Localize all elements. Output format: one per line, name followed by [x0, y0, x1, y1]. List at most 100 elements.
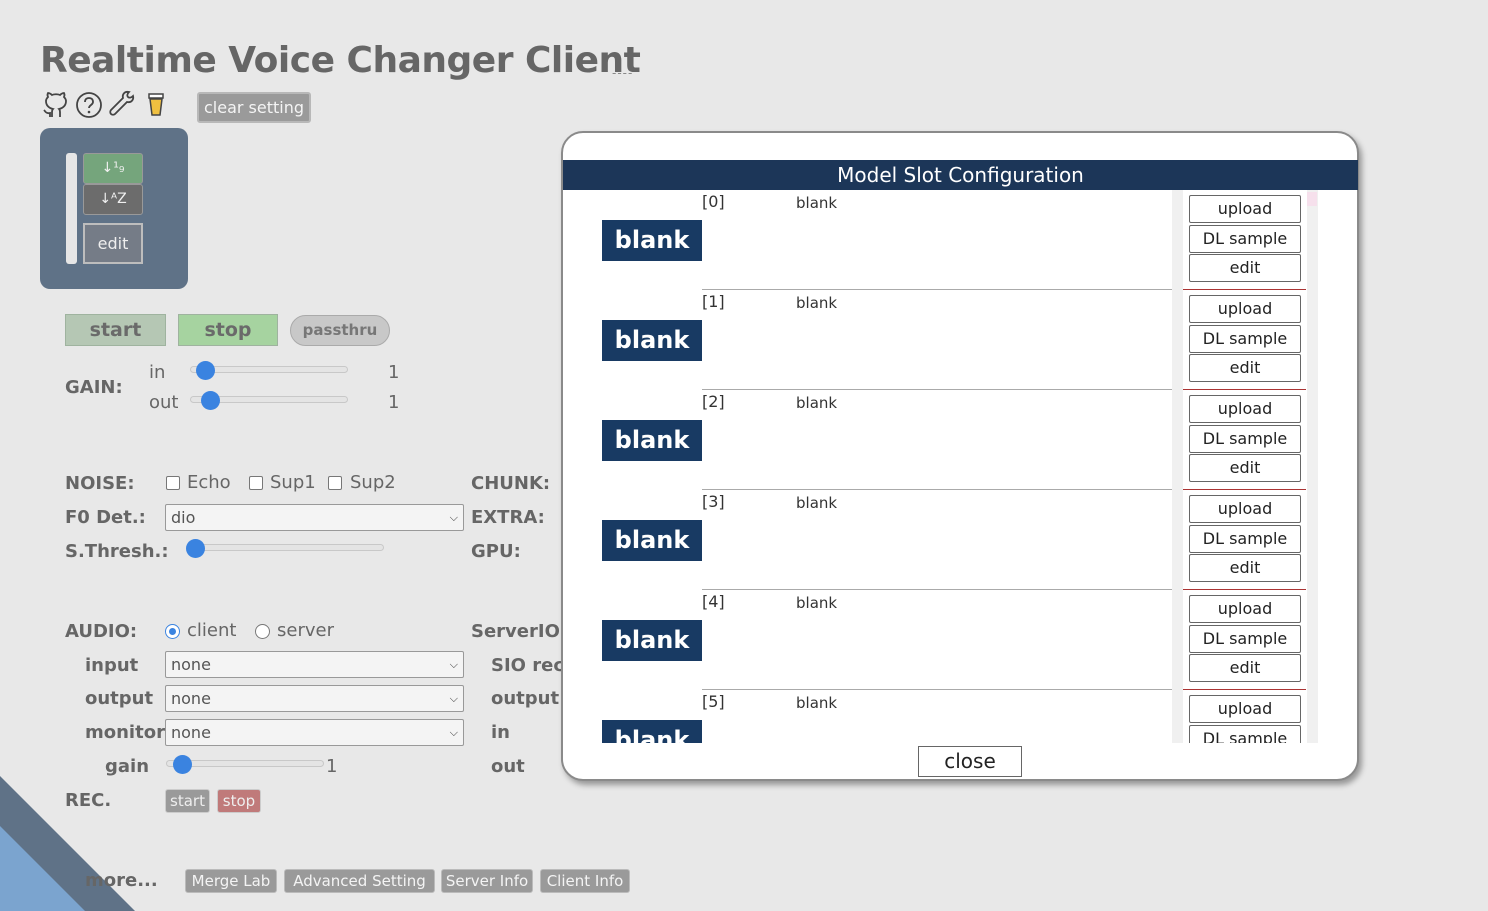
upload-button[interactable]: upload [1189, 395, 1301, 423]
slot-scrollbar[interactable] [66, 153, 77, 264]
monitor-gain-label: gain [105, 756, 150, 777]
dialog-title: Model Slot Configuration [563, 160, 1358, 190]
output-select[interactable]: none ⌵ [165, 685, 464, 712]
upload-button[interactable]: upload [1189, 195, 1301, 223]
gain-in-value: 1 [388, 362, 400, 383]
slot-name: blank [796, 494, 838, 512]
slot-gutter [1172, 690, 1183, 743]
sup1-checkbox[interactable] [249, 476, 263, 490]
audio-client-radio[interactable] [165, 624, 180, 639]
slot-thumbnail: blank [602, 720, 702, 743]
advanced-setting-button[interactable]: Advanced Setting [284, 869, 435, 893]
wrench-icon[interactable] [108, 90, 138, 120]
echo-checkbox[interactable] [166, 476, 180, 490]
slot-row: blank [0] blank upload DL sample edit [563, 190, 1318, 290]
dl-sample-button[interactable]: DL sample [1189, 325, 1301, 353]
monitor-gain-slider-thumb[interactable] [173, 755, 192, 774]
slot-index: [0] [702, 192, 725, 211]
slot-row: blank [5] blank upload DL sample [563, 690, 1318, 743]
slot-row: blank [1] blank upload DL sample edit [563, 290, 1318, 390]
gain-in-slider-thumb[interactable] [196, 361, 215, 380]
edit-slot-button[interactable]: edit [1189, 554, 1301, 582]
server-info-button[interactable]: Server Info [441, 869, 533, 893]
edit-slots-button[interactable]: edit [83, 223, 143, 264]
chevron-down-icon: ⌵ [449, 726, 458, 739]
edit-slot-button[interactable]: edit [1189, 354, 1301, 382]
upload-button[interactable]: upload [1189, 495, 1301, 523]
slot-gutter [1172, 190, 1183, 290]
audio-server-radio[interactable] [255, 624, 270, 639]
slot-list[interactable]: blank [0] blank upload DL sample edit bl… [563, 190, 1318, 743]
sio-in-label: in [491, 722, 510, 743]
clear-setting-button[interactable]: clear setting [197, 92, 311, 123]
upload-button[interactable]: upload [1189, 595, 1301, 623]
edit-slot-button[interactable]: edit [1189, 454, 1301, 482]
upload-button[interactable]: upload [1189, 695, 1301, 723]
extra-label: EXTRA: [471, 507, 545, 528]
slot-gutter [1172, 490, 1183, 590]
slot-thumbnail: blank [602, 520, 702, 561]
dl-sample-button[interactable]: DL sample [1189, 525, 1301, 553]
silent-threshold-slider[interactable] [186, 544, 384, 551]
slot-index: [3] [702, 492, 725, 511]
input-label: input [85, 655, 139, 676]
slot-thumbnail: blank [602, 220, 702, 261]
monitor-select[interactable]: none ⌵ [165, 719, 464, 746]
sup2-checkbox[interactable] [328, 476, 342, 490]
monitor-label: monitor [85, 722, 165, 743]
dl-sample-button[interactable]: DL sample [1189, 725, 1301, 743]
rec-stop-button[interactable]: stop [217, 789, 261, 813]
chunk-label: CHUNK: [471, 473, 551, 494]
stop-button[interactable]: stop [178, 314, 278, 346]
page-title: Realtime Voice Changer Client [40, 40, 641, 81]
slot-list-scroll-thumb[interactable] [1307, 192, 1317, 206]
input-select[interactable]: none ⌵ [165, 651, 464, 678]
passthru-button[interactable]: passthru [290, 315, 390, 346]
f0-detector-select[interactable]: dio ⌵ [165, 504, 464, 531]
chevron-down-icon: ⌵ [449, 658, 458, 671]
coffee-icon[interactable] [142, 90, 172, 120]
serverio-label: ServerIO [471, 621, 560, 642]
slot-row: blank [4] blank upload DL sample edit [563, 590, 1318, 690]
slot-thumbnail: blank [602, 320, 702, 361]
sort-by-number-button[interactable]: ↓¹₉ [83, 153, 143, 184]
sup1-label: Sup1 [270, 472, 316, 493]
slot-name: blank [796, 394, 838, 412]
edit-slot-button[interactable]: edit [1189, 254, 1301, 282]
audio-client-label: client [187, 620, 237, 641]
slot-name: blank [796, 194, 838, 212]
slot-list-scrollbar[interactable] [1307, 190, 1318, 743]
slot-thumbnail: blank [602, 620, 702, 661]
output-value: none [171, 689, 211, 708]
slot-index: [1] [702, 292, 725, 311]
chevron-down-icon: ⌵ [449, 692, 458, 705]
rec-start-button[interactable]: start [165, 789, 210, 813]
version-label: ---- [612, 66, 634, 80]
monitor-value: none [171, 723, 211, 742]
start-button[interactable]: start [65, 314, 166, 346]
dl-sample-button[interactable]: DL sample [1189, 225, 1301, 253]
dl-sample-button[interactable]: DL sample [1189, 425, 1301, 453]
noise-label: NOISE: [65, 473, 135, 494]
sio-out-label: out [491, 756, 525, 777]
gain-out-slider-thumb[interactable] [201, 391, 220, 410]
help-icon[interactable] [74, 90, 104, 120]
merge-lab-button[interactable]: Merge Lab [185, 869, 277, 893]
client-info-button[interactable]: Client Info [540, 869, 630, 893]
slot-row: blank [2] blank upload DL sample edit [563, 390, 1318, 490]
edit-slot-button[interactable]: edit [1189, 654, 1301, 682]
sio-output-label: output [491, 688, 560, 709]
silent-threshold-slider-thumb[interactable] [186, 539, 205, 558]
slot-gutter [1172, 590, 1183, 690]
chevron-down-icon: ⌵ [449, 511, 458, 524]
github-icon[interactable] [40, 90, 70, 120]
close-button[interactable]: close [918, 746, 1022, 777]
slot-gutter [1172, 390, 1183, 490]
audio-label: AUDIO: [65, 621, 138, 642]
sort-by-name-button[interactable]: ↓ᴬZ [83, 184, 143, 215]
output-label: output [85, 688, 154, 709]
dl-sample-button[interactable]: DL sample [1189, 625, 1301, 653]
slot-index: [5] [702, 692, 725, 711]
gain-in-label: in [149, 362, 166, 383]
upload-button[interactable]: upload [1189, 295, 1301, 323]
